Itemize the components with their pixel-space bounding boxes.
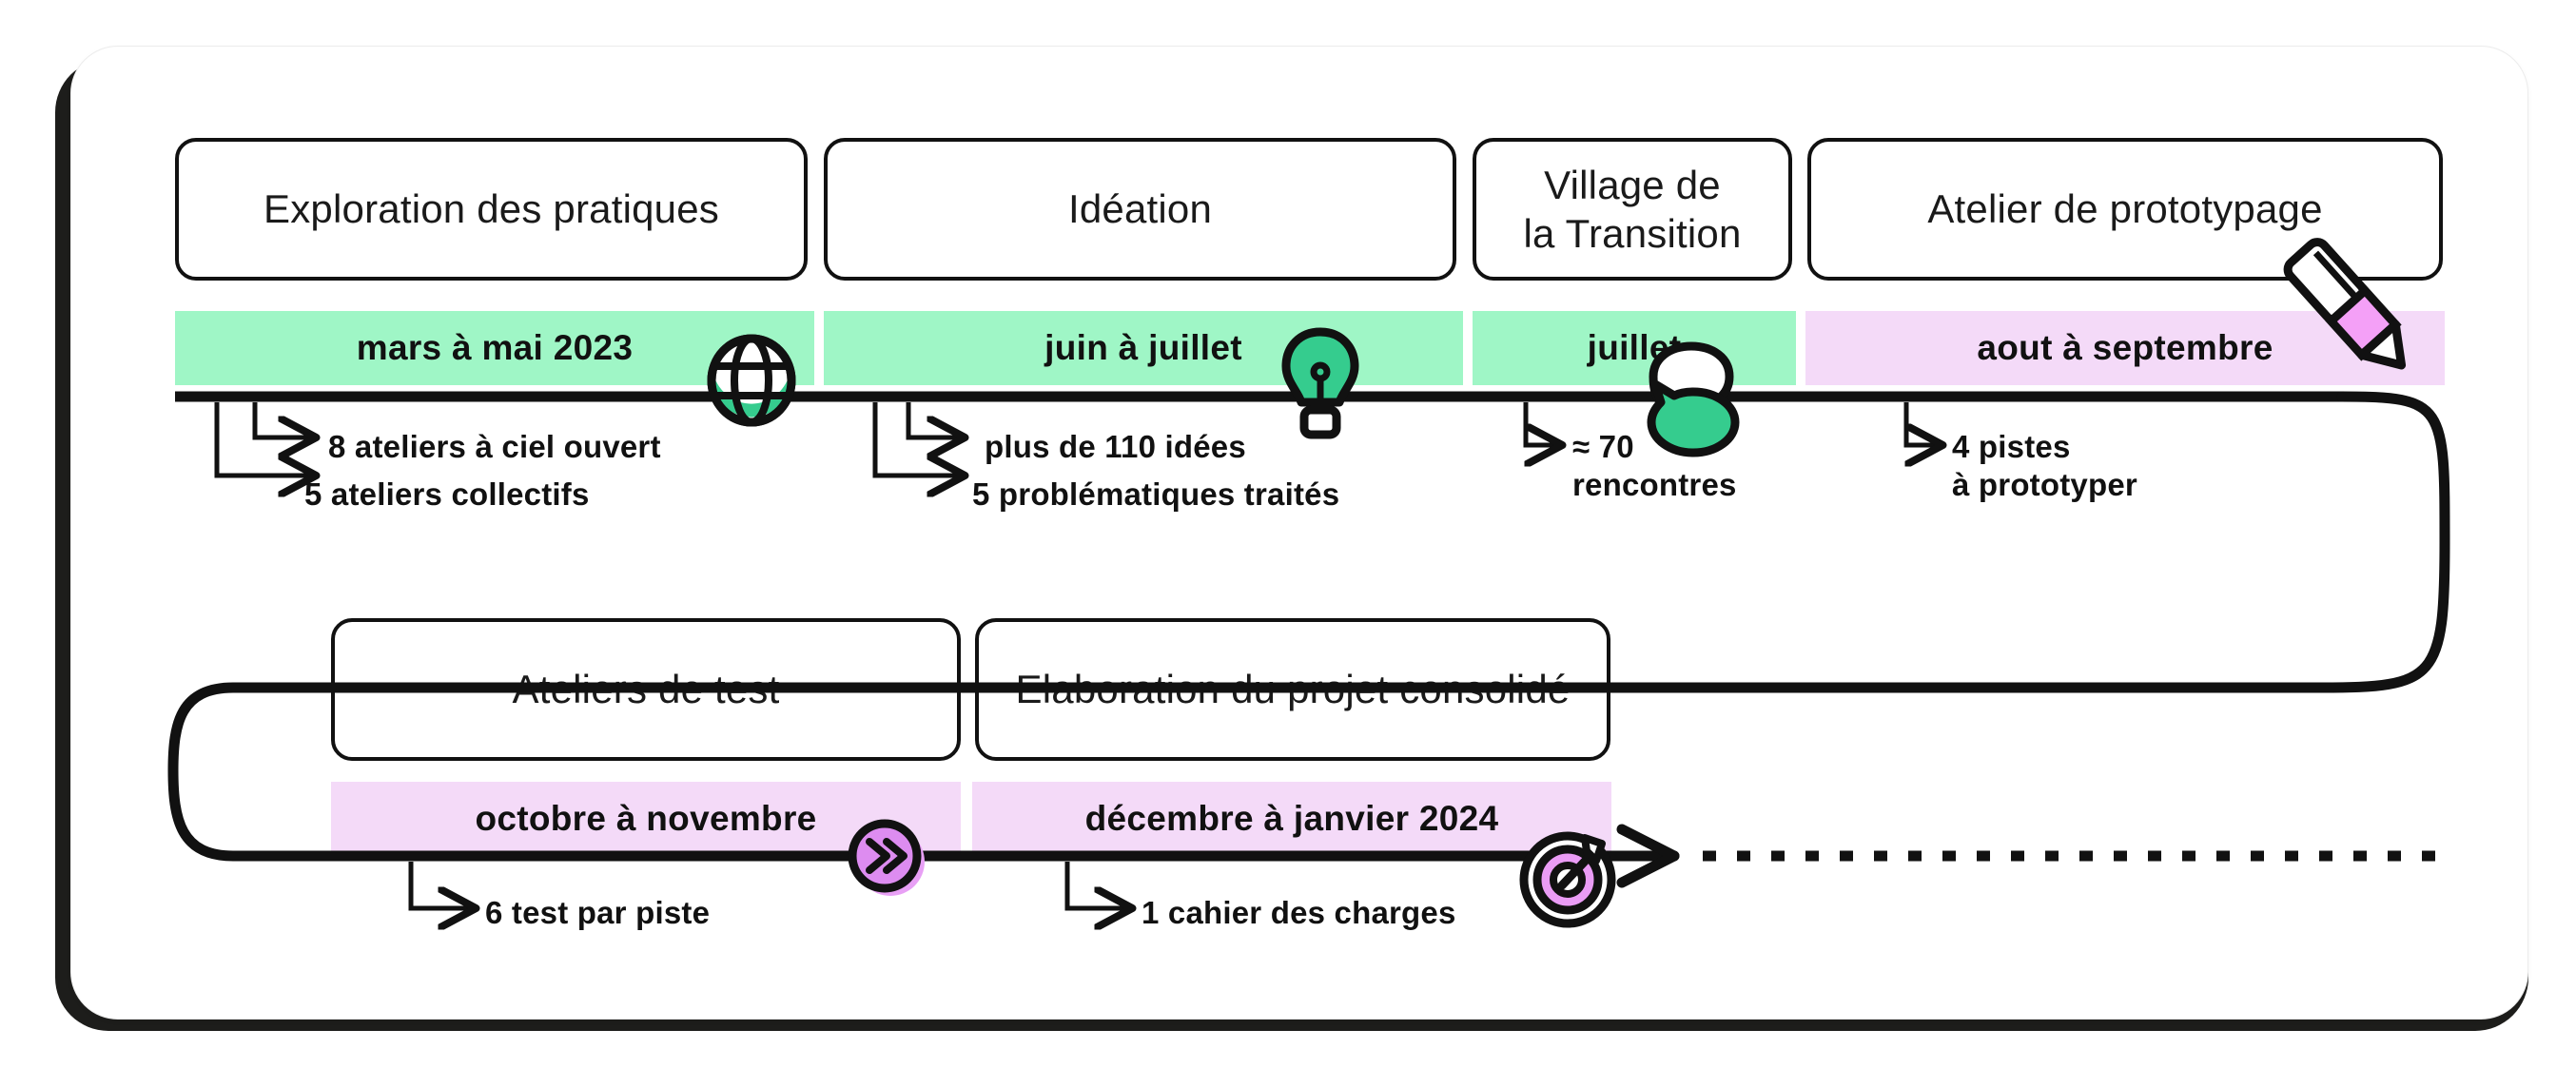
phase-box-ideation[interactable]: Idéation [824, 138, 1456, 281]
annotation-70-rencontres: ≈ 70 rencontres [1572, 429, 1737, 503]
phase-label: Idéation [1067, 186, 1213, 232]
period-bar-mars-mai: mars à mai 2023 [175, 311, 814, 385]
phase-box-village[interactable]: Village de la Transition [1473, 138, 1792, 281]
branch-connector-110-idees [906, 402, 963, 437]
annotation-5-problematiques: 5 problématiques traités [972, 476, 1340, 512]
period-label: octobre à novembre [475, 799, 817, 838]
annotation-8-ateliers: 8 ateliers à ciel ouvert [328, 429, 661, 464]
period-bar-decembre-janvier: décembre à janvier 2024 [972, 782, 1611, 856]
annotation-4-pistes: 4 pistes à prototyper [1952, 429, 2137, 503]
branch-connector-6-test [408, 862, 474, 908]
branch-connector-1-cahier [1064, 862, 1130, 908]
annotation-6-test: 6 test par piste [485, 895, 711, 930]
annotation-110-idees: plus de 110 idées [985, 429, 1246, 464]
phase-box-prototypage[interactable]: Atelier de prototypage [1807, 138, 2443, 281]
phase-box-exploration[interactable]: Exploration des pratiques [175, 138, 808, 281]
period-bar-juillet: juillet [1473, 311, 1796, 385]
phase-box-elaboration[interactable]: Elaboration du projet consolidé [975, 618, 1610, 761]
phase-label: Ateliers de test [512, 667, 780, 712]
branch-connector-5-ateliers [214, 402, 314, 476]
period-label: juillet [1587, 328, 1682, 367]
branch-connector-4-pistes [1903, 402, 1941, 445]
diagram-frame: Exploration des pratiques Idéation Villa… [0, 0, 2576, 1088]
arrow-head-icon [1616, 824, 1680, 888]
period-bar-aout-septembre: aout à septembre [1805, 311, 2445, 385]
period-label: décembre à janvier 2024 [1084, 799, 1499, 838]
phase-label: Village de la Transition [1523, 162, 1742, 256]
period-bar-octobre-novembre: octobre à novembre [331, 782, 961, 856]
annotation-1-cahier: 1 cahier des charges [1142, 895, 1456, 930]
period-bar-juin-juillet: juin à juillet [824, 311, 1463, 385]
period-label: juin à juillet [1044, 328, 1242, 367]
annotation-5-ateliers: 5 ateliers collectifs [304, 476, 590, 512]
branch-connector-70-rencontres [1523, 402, 1560, 445]
phase-label: Atelier de prototypage [1927, 186, 2323, 232]
period-label: mars à mai 2023 [356, 328, 634, 367]
branch-connector-5-problematiques [872, 402, 963, 476]
phase-box-ateliers-test[interactable]: Ateliers de test [331, 618, 961, 761]
period-label: aout à septembre [1977, 328, 2274, 367]
phase-label: Elaboration du projet consolidé [1015, 667, 1571, 712]
branch-connector-8-ateliers [252, 402, 314, 437]
phase-label: Exploration des pratiques [263, 186, 719, 232]
timeline-stage: Exploration des pratiques Idéation Villa… [0, 0, 2576, 1088]
